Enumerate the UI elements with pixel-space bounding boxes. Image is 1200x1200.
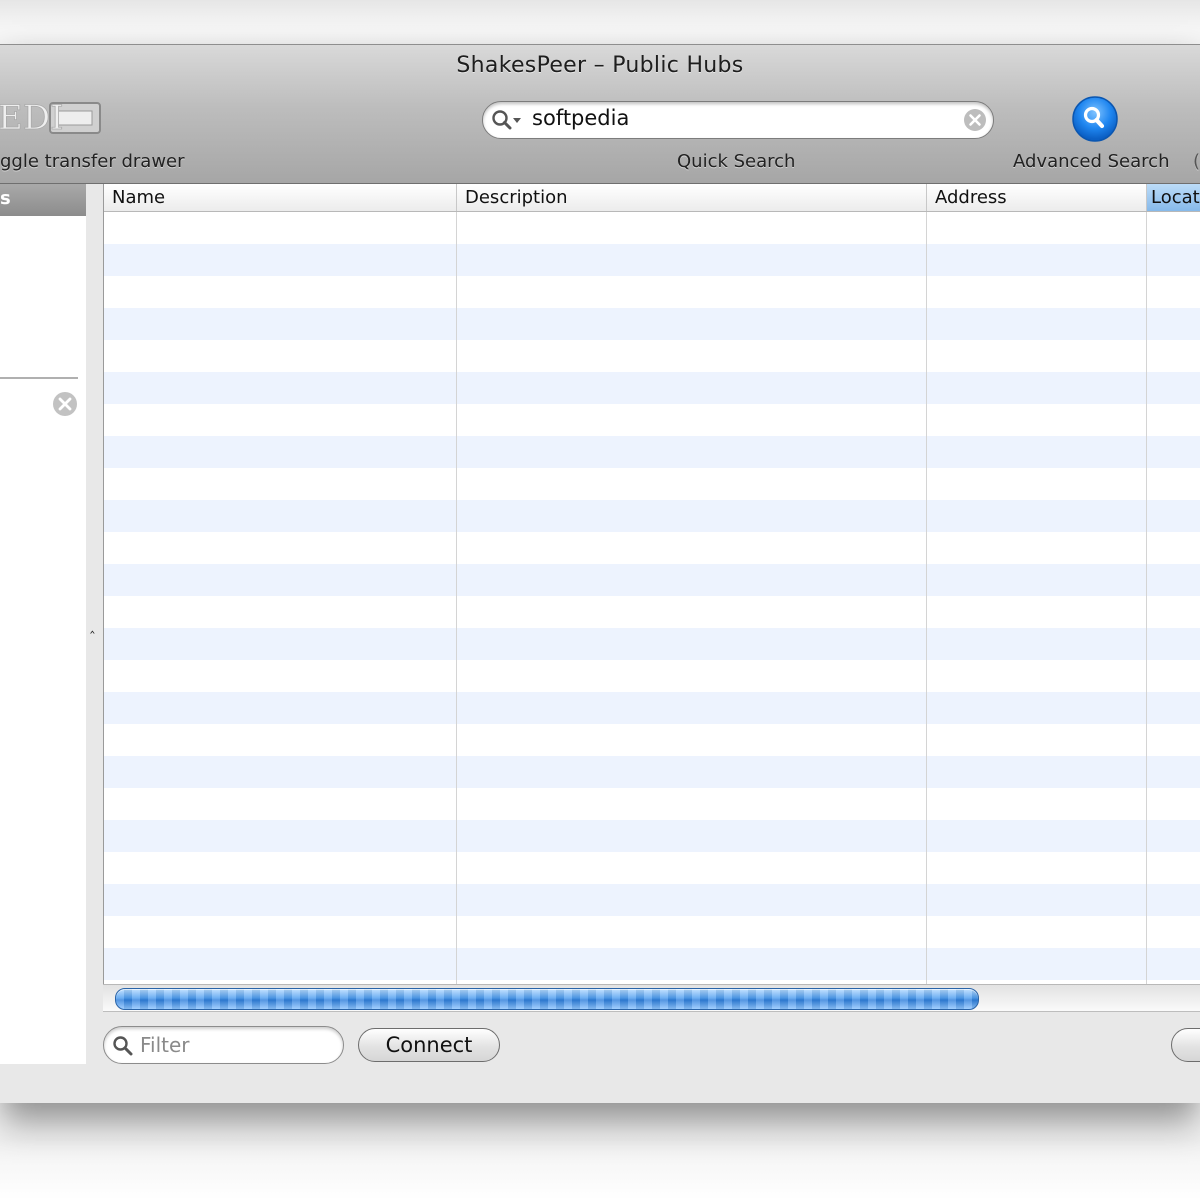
quick-search-value[interactable]: softpedia — [532, 106, 629, 130]
table-row[interactable] — [104, 564, 1200, 596]
table-row[interactable] — [104, 244, 1200, 276]
hubs-table: Name Description Address Locat — [103, 184, 1200, 984]
sidebar-header-label: s — [0, 188, 11, 209]
advanced-search-button[interactable] — [1071, 95, 1119, 143]
toolbar: ShakesPeer – Public Hubs EDI ggle transf… — [0, 45, 1200, 184]
column-header-name[interactable]: Name — [104, 184, 457, 211]
table-row[interactable] — [104, 884, 1200, 916]
split-view-divider[interactable]: ‸ — [86, 184, 103, 1064]
column-header-description[interactable]: Description — [457, 184, 927, 211]
transfer-drawer-icon[interactable]: EDI — [0, 97, 108, 138]
filter-field[interactable] — [103, 1026, 344, 1064]
table-row[interactable] — [104, 660, 1200, 692]
window-title: ShakesPeer – Public Hubs — [456, 53, 744, 78]
table-row[interactable] — [104, 468, 1200, 500]
partial-button[interactable] — [1171, 1028, 1200, 1062]
table-row[interactable] — [104, 372, 1200, 404]
close-icon[interactable] — [52, 391, 78, 417]
scrollbar-thumb[interactable] — [115, 988, 979, 1010]
search-menu-icon[interactable] — [491, 109, 523, 131]
table-row[interactable] — [104, 276, 1200, 308]
sidebar-header: s — [0, 184, 86, 216]
more-toolbar-items-indicator: ( — [1193, 151, 1200, 172]
table-body — [104, 212, 1200, 984]
table-row[interactable] — [104, 820, 1200, 852]
logo-text: EDI — [0, 98, 64, 137]
sidebar: s — [0, 184, 87, 1064]
filter-input[interactable] — [138, 1031, 332, 1059]
table-row[interactable] — [104, 724, 1200, 756]
column-divider — [1146, 184, 1147, 984]
table-row[interactable] — [104, 756, 1200, 788]
quick-search-field[interactable]: softpedia — [482, 101, 994, 139]
column-divider — [926, 184, 927, 984]
advanced-search-label: Advanced Search — [1013, 151, 1170, 172]
table-row[interactable] — [104, 852, 1200, 884]
table-row[interactable] — [104, 788, 1200, 820]
table-row[interactable] — [104, 532, 1200, 564]
table-row[interactable] — [104, 308, 1200, 340]
main-window: ShakesPeer – Public Hubs EDI ggle transf… — [0, 44, 1200, 1103]
table-row[interactable] — [104, 692, 1200, 724]
table-row[interactable] — [104, 948, 1200, 980]
column-header-address[interactable]: Address — [927, 184, 1147, 211]
horizontal-scrollbar[interactable] — [103, 984, 1200, 1012]
table-row[interactable] — [104, 212, 1200, 244]
column-divider — [456, 184, 457, 984]
transfer-drawer-label[interactable]: ggle transfer drawer — [0, 151, 185, 172]
sidebar-divider — [0, 377, 78, 379]
table-row[interactable] — [104, 628, 1200, 660]
table-row[interactable] — [104, 436, 1200, 468]
connect-button[interactable]: Connect — [358, 1028, 500, 1062]
table-header: Name Description Address Locat — [104, 184, 1200, 212]
table-row[interactable] — [104, 404, 1200, 436]
search-icon — [113, 1036, 133, 1056]
quick-search-label: Quick Search — [677, 151, 796, 172]
table-row[interactable] — [104, 916, 1200, 948]
table-row[interactable] — [104, 340, 1200, 372]
column-header-location[interactable]: Locat — [1147, 184, 1200, 211]
table-row[interactable] — [104, 596, 1200, 628]
splitter-grip-icon: ‸ — [90, 618, 95, 634]
table-row[interactable] — [104, 500, 1200, 532]
clear-search-icon[interactable] — [963, 108, 987, 132]
